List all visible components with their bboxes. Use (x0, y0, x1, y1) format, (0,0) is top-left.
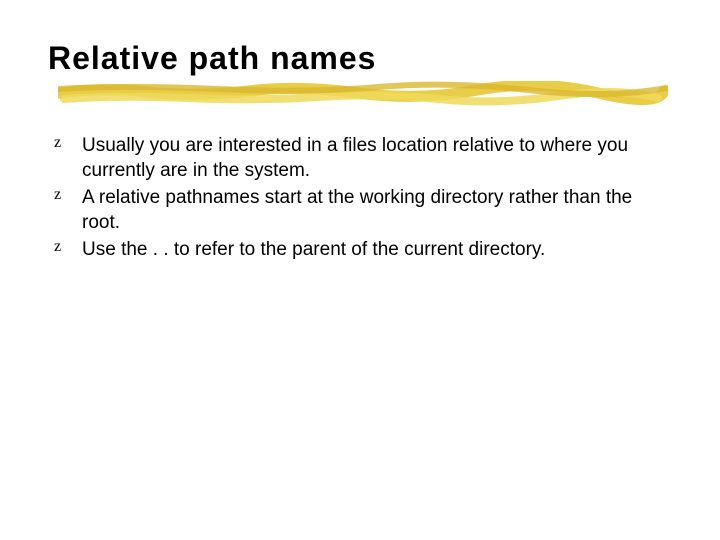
bullet-text: A relative pathnames start at the workin… (82, 187, 632, 233)
bullet-list: z Usually you are interested in a files … (48, 133, 672, 262)
bullet-marker-icon: z (54, 239, 61, 255)
list-item: z Use the . . to refer to the parent of … (54, 237, 672, 262)
list-item: z A relative pathnames start at the work… (54, 185, 672, 235)
slide: Relative path names z Usually you are in… (0, 0, 720, 540)
title-underline (58, 81, 668, 107)
brush-stroke-icon (58, 81, 668, 107)
bullet-marker-icon: z (54, 187, 61, 203)
list-item: z Usually you are interested in a files … (54, 133, 672, 183)
bullet-text: Usually you are interested in a files lo… (82, 135, 628, 181)
bullet-text: Use the . . to refer to the parent of th… (82, 239, 545, 260)
slide-title: Relative path names (48, 40, 672, 77)
bullet-marker-icon: z (54, 135, 61, 151)
